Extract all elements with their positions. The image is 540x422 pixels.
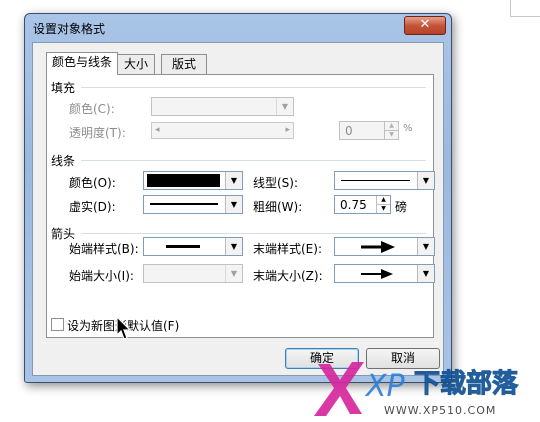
arrow-right-icon [361, 269, 393, 279]
background-divider [510, 0, 511, 16]
line-style-preview [341, 180, 410, 181]
end-size-label: 末端大小(Z): [253, 269, 323, 283]
spin-down-icon[interactable]: ▼ [385, 131, 398, 139]
colors-lines-panel: 填充 颜色(C): ▼ 透明度(T): ◂ ▸ 0 ▲ ▼ % 线条 颜色(O)… [46, 74, 435, 338]
weight-spinner[interactable]: ▲ ▼ [376, 196, 390, 213]
chevron-down-icon: ▼ [417, 238, 434, 255]
weight-value: 0.75 [340, 198, 367, 212]
section-divider [81, 160, 426, 161]
spin-down-icon[interactable]: ▼ [377, 205, 390, 213]
line-section-title: 线条 [51, 154, 76, 168]
begin-style-label: 始端样式(B): [69, 242, 139, 256]
format-object-dialog: 设置对象格式 ✕ 颜色与线条 大小 版式 填充 颜色(C): ▼ 透明度(T):… [24, 13, 452, 383]
default-checkbox[interactable] [51, 318, 64, 331]
transparency-input[interactable]: 0 ▲ ▼ [339, 121, 399, 140]
chevron-down-icon: ▼ [225, 172, 242, 189]
chevron-down-icon: ▼ [417, 172, 434, 189]
spin-up-icon[interactable]: ▲ [377, 196, 390, 205]
chevron-down-icon: ▼ [276, 98, 293, 115]
line-color-dropdown[interactable]: ▼ [143, 171, 243, 190]
spin-up-icon[interactable]: ▲ [385, 122, 398, 131]
tab-colors-and-lines[interactable]: 颜色与线条 [46, 52, 118, 75]
dialog-client-area: 颜色与线条 大小 版式 填充 颜色(C): ▼ 透明度(T): ◂ ▸ 0 ▲ … [32, 42, 444, 376]
dash-label: 虚实(D): [69, 200, 116, 214]
svg-text:XP: XP [364, 369, 406, 404]
close-button[interactable]: ✕ [404, 16, 446, 35]
tab-size[interactable]: 大小 [117, 54, 155, 74]
background-divider [510, 16, 540, 17]
begin-size-label: 始端大小(I): [69, 269, 134, 283]
dash-preview [150, 203, 218, 205]
dash-dropdown[interactable]: ▼ [143, 195, 243, 214]
svg-text:WWW.XP510.COM: WWW.XP510.COM [384, 404, 496, 417]
transparency-slider[interactable]: ◂ ▸ [151, 122, 294, 139]
line-style-dropdown[interactable]: ▼ [334, 171, 435, 190]
tab-layout[interactable]: 版式 [161, 54, 207, 74]
chevron-down-icon: ▼ [225, 196, 242, 213]
fill-section-title: 填充 [51, 81, 76, 95]
end-style-label: 末端样式(E): [253, 242, 322, 256]
weight-unit: 磅 [395, 200, 408, 214]
arrow-right-icon [361, 241, 395, 253]
weight-input[interactable]: 0.75 ▲ ▼ [334, 195, 391, 214]
line-color-label: 颜色(O): [69, 176, 116, 190]
end-style-dropdown[interactable]: ▼ [334, 237, 435, 256]
percent-sign: % [403, 123, 413, 134]
dialog-title: 设置对象格式 [33, 22, 106, 36]
weight-label: 粗细(W): [253, 200, 303, 214]
section-divider [81, 233, 426, 234]
fill-color-dropdown[interactable]: ▼ [151, 97, 294, 116]
begin-style-preview [166, 245, 200, 248]
line-color-swatch [147, 174, 220, 187]
line-style-label: 线型(S): [253, 176, 299, 190]
svg-text:下载部落: 下载部落 [414, 369, 519, 399]
transparency-value: 0 [345, 124, 353, 138]
fill-color-label: 颜色(C): [69, 102, 115, 116]
mouse-cursor-icon [116, 316, 132, 340]
slider-left-icon: ◂ [155, 125, 160, 135]
begin-size-dropdown[interactable]: ▼ [143, 264, 243, 283]
section-divider [81, 87, 426, 88]
end-size-dropdown[interactable]: ▼ [334, 264, 435, 283]
transparency-label: 透明度(T): [69, 126, 126, 140]
transparency-spinner[interactable]: ▲ ▼ [384, 122, 398, 139]
begin-style-dropdown[interactable]: ▼ [143, 237, 243, 256]
chevron-down-icon: ▼ [225, 238, 242, 255]
watermark-logo: XP 下载部落 WWW.XP510.COM [314, 362, 520, 417]
slider-right-icon: ▸ [285, 125, 290, 135]
chevron-down-icon: ▼ [417, 265, 434, 282]
chevron-down-icon: ▼ [225, 265, 242, 282]
